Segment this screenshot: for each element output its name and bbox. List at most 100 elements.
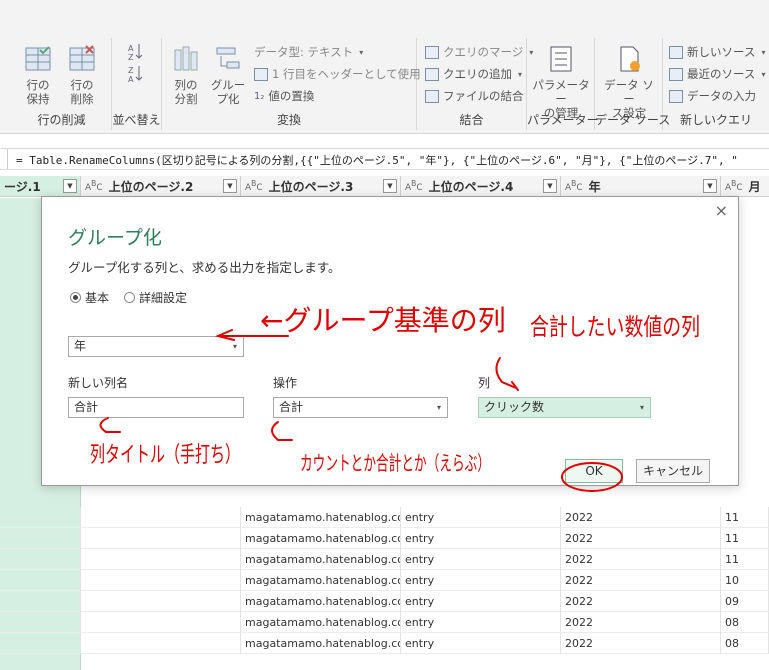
table-cell[interactable]: 11 [721, 549, 769, 570]
data-source-settings-button[interactable]: データ ソー ス設定 [599, 44, 659, 120]
table-cell[interactable]: entry [401, 591, 561, 612]
split-column-button[interactable]: 列の 分割 [168, 44, 204, 106]
table-cell[interactable]: 2022 [561, 591, 721, 612]
table-cell[interactable] [0, 570, 81, 591]
recent-sources-button[interactable]: 最近のソース ▾ [669, 66, 765, 82]
table-cell[interactable]: 2022 [561, 612, 721, 633]
combine-files-button[interactable]: ファイルの結合 [425, 88, 524, 104]
table-cell[interactable] [81, 591, 241, 612]
new-column-name-input[interactable]: 合計 [68, 397, 244, 418]
enter-data-button[interactable]: データの入力 [669, 88, 756, 104]
text-type-icon: ABC [245, 179, 263, 193]
table-cell[interactable] [0, 591, 81, 612]
formula-bar[interactable]: = Table.RenameColumns(区切り記号による列の分割,{{"上位… [0, 148, 769, 170]
cancel-button[interactable]: キャンセル [636, 459, 710, 483]
column-header[interactable]: ABC 年 ▼ [561, 176, 721, 197]
data-type-dropdown[interactable]: データ型: テキスト ▾ [254, 44, 363, 60]
table-cell[interactable] [81, 549, 241, 570]
replace-values-button[interactable]: 1₂ 値の置換 [254, 88, 314, 104]
table-cell[interactable]: 2022 [561, 549, 721, 570]
column-header[interactable]: ABC 上位のページ.2 ▼ [81, 176, 241, 197]
table-cell[interactable]: entry [401, 549, 561, 570]
table-cell[interactable]: magatamamo.hatenablog.com [241, 633, 401, 654]
table-cell[interactable]: entry [401, 570, 561, 591]
table-cell[interactable] [0, 549, 81, 570]
table-cell[interactable]: magatamamo.hatenablog.com [241, 591, 401, 612]
replace-values-label: 値の置換 [268, 89, 315, 103]
table-cell[interactable]: entry [401, 507, 561, 528]
operation-select[interactable]: 合計 ▾ [273, 397, 448, 418]
sort-descending-button[interactable]: ZA [126, 64, 144, 84]
group-by-button[interactable]: グルー プ化 [210, 44, 246, 106]
table-cell[interactable]: 2022 [561, 633, 721, 654]
table-cell[interactable]: 2022 [561, 528, 721, 549]
group-by-dialog: × グループ化 グループ化する列と、求める出力を指定します。 基本 詳細設定 年… [41, 196, 739, 486]
group-reduce-rows: 行の 保持 行の 削除 行の削減 [12, 38, 112, 130]
table-cell[interactable]: 09 [721, 591, 769, 612]
table-cell[interactable]: magatamamo.hatenablog.com [241, 507, 401, 528]
table-cell[interactable] [81, 570, 241, 591]
data-sources-group-label: データ ソース [595, 113, 671, 127]
table-cell[interactable]: magatamamo.hatenablog.com [241, 570, 401, 591]
split-column-icon [171, 44, 201, 74]
table-cell[interactable] [81, 633, 241, 654]
transform-group-label: 変換 [276, 113, 301, 127]
text-type-icon: ABC [85, 179, 103, 193]
chevron-down-icon: ▾ [639, 403, 644, 412]
chevron-down-icon: ▾ [761, 47, 766, 57]
table-cell[interactable] [0, 528, 81, 549]
column-header[interactable]: ABC 月 [721, 176, 769, 197]
combine-files-icon [425, 89, 439, 103]
filter-dropdown-icon[interactable]: ▼ [223, 179, 237, 193]
chevron-down-icon: ▾ [436, 403, 441, 412]
append-queries-button[interactable]: クエリの追加 ▾ [425, 66, 522, 82]
group-data-sources: データ ソー ス設定 データ ソース [595, 38, 671, 130]
column-header[interactable]: ージ.1 ▼ [0, 176, 81, 197]
column-header[interactable]: ABC 上位のページ.4 ▼ [401, 176, 561, 197]
filter-dropdown-icon[interactable]: ▼ [63, 179, 77, 193]
table-cell[interactable]: magatamamo.hatenablog.com [241, 528, 401, 549]
table-header-icon [254, 67, 268, 81]
column-header-label: 年 [588, 179, 601, 194]
ok-button[interactable]: OK [565, 459, 623, 483]
table-cell[interactable]: 2022 [561, 507, 721, 528]
table-cell[interactable] [81, 507, 241, 528]
table-cell[interactable]: entry [401, 612, 561, 633]
table-cell[interactable] [81, 528, 241, 549]
table-cell[interactable]: entry [401, 633, 561, 654]
filter-dropdown-icon[interactable]: ▼ [543, 179, 557, 193]
table-cell[interactable]: 11 [721, 528, 769, 549]
table-cell[interactable]: 08 [721, 612, 769, 633]
table-cell[interactable]: 2022 [561, 570, 721, 591]
table-cell[interactable]: entry [401, 528, 561, 549]
filter-dropdown-icon[interactable]: ▼ [383, 179, 397, 193]
column-select[interactable]: クリック数 ▾ [478, 397, 651, 418]
first-row-header-button[interactable]: 1 行目をヘッダーとして使用▾ [254, 66, 431, 82]
table-cell[interactable] [81, 612, 241, 633]
column-header[interactable]: ABC 上位のページ.3 ▼ [241, 176, 401, 197]
remove-rows-icon [67, 44, 97, 74]
table-cell[interactable]: 11 [721, 507, 769, 528]
close-icon[interactable]: × [715, 201, 728, 220]
table-cell[interactable] [0, 507, 81, 528]
radio-advanced[interactable]: 詳細設定 [124, 289, 187, 306]
filter-dropdown-icon[interactable]: ▼ [703, 179, 717, 193]
merge-queries-button[interactable]: クエリのマージ ▾ [425, 44, 533, 60]
chevron-down-icon: ▾ [232, 342, 237, 351]
table-cell[interactable] [0, 612, 81, 633]
table-cell[interactable]: magatamamo.hatenablog.com [241, 612, 401, 633]
table-cell[interactable]: 08 [721, 633, 769, 654]
group-combine: クエリのマージ ▾ クエリの追加 ▾ ファイルの結合 結合 [417, 38, 533, 130]
manage-parameters-button[interactable]: パラメーター の管理 [531, 44, 591, 120]
table-cell[interactable]: magatamamo.hatenablog.com [241, 549, 401, 570]
new-source-button[interactable]: 新しいソース ▾ [669, 44, 765, 60]
recent-sources-icon [669, 67, 683, 81]
table-cell[interactable]: 10 [721, 570, 769, 591]
keep-rows-button[interactable]: 行の 保持 [20, 44, 56, 106]
table-cell[interactable] [0, 633, 81, 654]
radio-basic[interactable]: 基本 [70, 289, 109, 306]
radio-selected-icon [70, 292, 81, 303]
group-column-select[interactable]: 年 ▾ [68, 336, 244, 357]
remove-rows-button[interactable]: 行の 削除 [64, 44, 100, 106]
sort-ascending-button[interactable]: AZ [126, 42, 144, 62]
